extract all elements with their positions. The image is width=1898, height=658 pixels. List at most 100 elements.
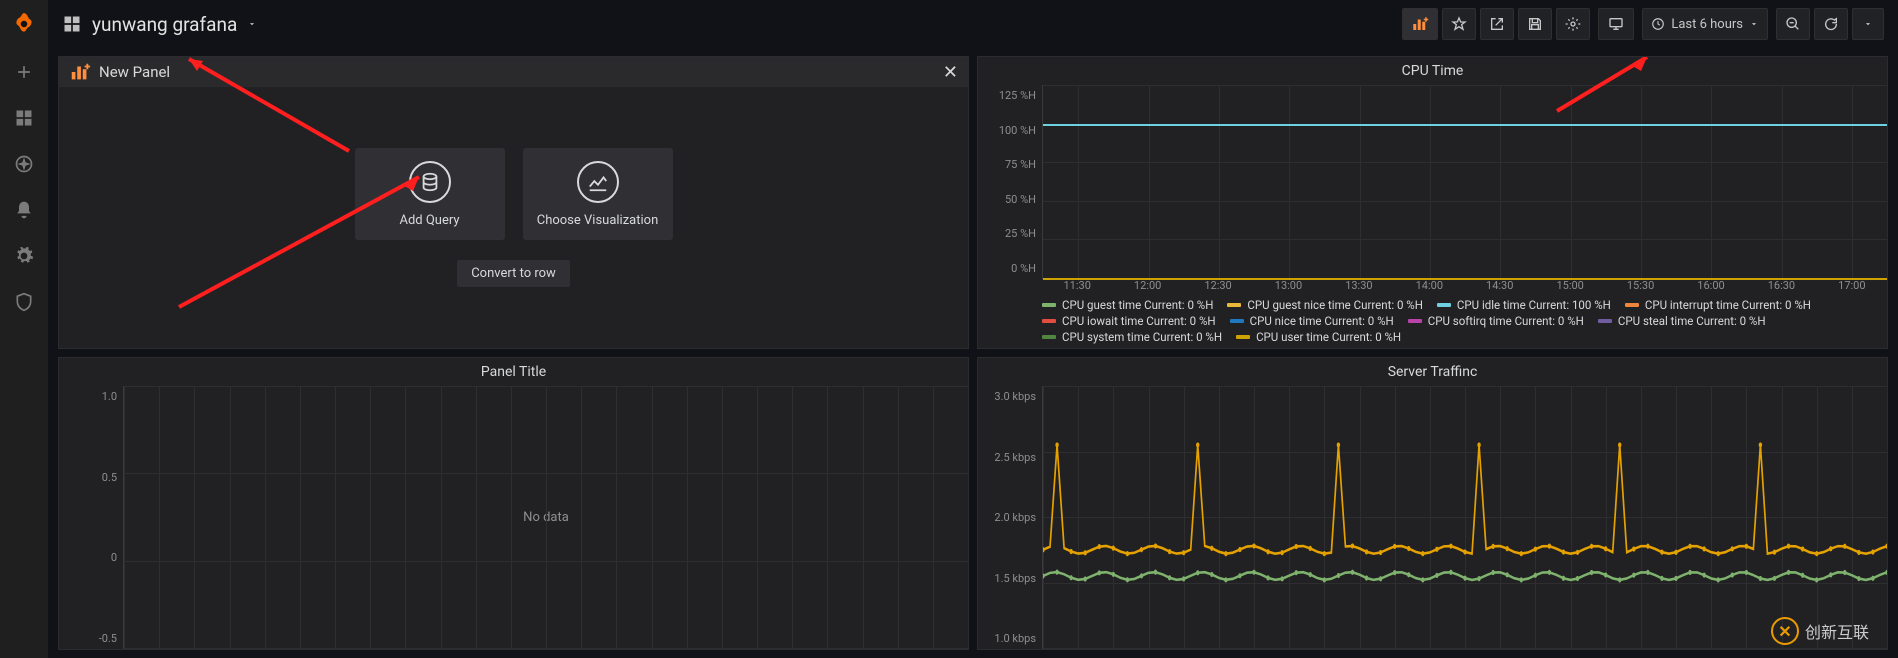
star-icon [1451, 16, 1467, 32]
cpu-plot [1042, 85, 1887, 279]
legend-item[interactable]: CPU user time Current: 0 %H [1236, 330, 1401, 344]
legend-item[interactable]: CPU system time Current: 0 %H [1042, 330, 1222, 344]
time-picker[interactable]: Last 6 hours [1642, 8, 1768, 40]
cpu-time-panel: CPU Time 125 %H100 %H75 %H50 %H25 %H0 %H… [977, 56, 1888, 349]
series-line [1043, 124, 1887, 126]
cpu-chart[interactable]: 125 %H100 %H75 %H50 %H25 %H0 %H [978, 85, 1887, 279]
new-panel-header: New Panel ✕ [59, 57, 968, 87]
legend-item[interactable]: CPU softirq time Current: 0 %H [1408, 314, 1584, 328]
grafana-logo[interactable] [8, 8, 40, 40]
gear-icon[interactable] [10, 242, 38, 270]
cycle-view-button[interactable] [1598, 8, 1634, 40]
refresh-interval-button[interactable] [1852, 8, 1884, 40]
legend-swatch [1625, 303, 1639, 307]
traffic-chart[interactable]: 3.0 kbps2.5 kbps2.0 kbps1.5 kbps1.0 kbps [978, 386, 1887, 649]
legend-swatch [1598, 319, 1612, 323]
shield-icon[interactable] [10, 288, 38, 316]
save-button[interactable] [1518, 8, 1552, 40]
legend-swatch [1227, 303, 1241, 307]
sidebar [0, 0, 48, 658]
dashboard-body: New Panel ✕ Add Query Choose V [48, 48, 1898, 658]
save-icon [1527, 16, 1543, 32]
main: yunwang grafana Last 6 [48, 0, 1898, 658]
legend-item[interactable]: CPU idle time Current: 100 %H [1437, 298, 1611, 312]
legend-label: CPU system time Current: 0 %H [1062, 330, 1222, 344]
refresh-button[interactable] [1814, 8, 1848, 40]
traffic-yaxis: 3.0 kbps2.5 kbps2.0 kbps1.5 kbps1.0 kbps [978, 386, 1042, 649]
watermark-text: 创新互联 [1805, 619, 1869, 643]
clock-icon [1651, 17, 1665, 31]
add-query-label: Add Query [399, 213, 459, 228]
cog-icon [1565, 16, 1581, 32]
add-panel-icon [1411, 15, 1429, 33]
legend-swatch [1437, 303, 1451, 307]
legend-label: CPU iowait time Current: 0 %H [1062, 314, 1216, 328]
legend-label: CPU guest time Current: 0 %H [1062, 298, 1213, 312]
new-panel-title: New Panel [99, 63, 170, 81]
add-panel-button[interactable] [1402, 8, 1438, 40]
dashboard-title[interactable]: yunwang grafana [62, 13, 257, 36]
settings-button[interactable] [1556, 8, 1590, 40]
explore-icon[interactable] [10, 150, 38, 178]
legend-item[interactable]: CPU interrupt time Current: 0 %H [1625, 298, 1811, 312]
chevron-down-icon [1863, 19, 1873, 29]
cpu-xaxis: 11:3012:0012:3013:0013:3014:0014:3015:00… [978, 279, 1887, 292]
blank-plot: No data [123, 386, 968, 649]
server-traffic-panel: Server Traffinc 3.0 kbps2.5 kbps2.0 kbps… [977, 357, 1888, 650]
zoom-out-icon [1785, 16, 1801, 32]
legend-item[interactable]: CPU guest nice time Current: 0 %H [1227, 298, 1423, 312]
database-icon [409, 161, 451, 203]
legend-swatch [1408, 319, 1422, 323]
legend-item[interactable]: CPU guest time Current: 0 %H [1042, 298, 1213, 312]
blank-panel: Panel Title 1.00.50-0.5 No data [58, 357, 969, 650]
legend-item[interactable]: CPU nice time Current: 0 %H [1230, 314, 1394, 328]
share-icon [1489, 16, 1505, 32]
blank-chart[interactable]: 1.00.50-0.5 No data [59, 386, 968, 649]
legend-label: CPU idle time Current: 100 %H [1457, 298, 1611, 312]
refresh-icon [1823, 16, 1839, 32]
plus-icon[interactable] [10, 58, 38, 86]
legend-label: CPU user time Current: 0 %H [1256, 330, 1401, 344]
dashboards-icon[interactable] [10, 104, 38, 132]
new-panel-body: Add Query Choose Visualization Convert t… [59, 87, 968, 348]
legend-label: CPU softirq time Current: 0 %H [1428, 314, 1584, 328]
share-button[interactable] [1480, 8, 1514, 40]
monitor-icon [1607, 16, 1625, 32]
legend-swatch [1236, 335, 1250, 339]
legend-swatch [1230, 319, 1244, 323]
legend-item[interactable]: CPU iowait time Current: 0 %H [1042, 314, 1216, 328]
legend-swatch [1042, 335, 1056, 339]
cpu-legend: CPU guest time Current: 0 %H CPU guest ni… [978, 292, 1887, 348]
cpu-yaxis: 125 %H100 %H75 %H50 %H25 %H0 %H [978, 85, 1042, 279]
watermark: ✕ 创新互联 [1771, 617, 1869, 645]
convert-to-row-button[interactable]: Convert to row [457, 260, 570, 287]
zoom-out-button[interactable] [1776, 8, 1810, 40]
chevron-down-icon [247, 19, 257, 29]
star-button[interactable] [1442, 8, 1476, 40]
topbar: yunwang grafana Last 6 [48, 0, 1898, 48]
legend-label: CPU nice time Current: 0 %H [1250, 314, 1394, 328]
legend-label: CPU interrupt time Current: 0 %H [1645, 298, 1811, 312]
blank-yaxis: 1.00.50-0.5 [59, 386, 123, 649]
panel-title[interactable]: Panel Title [59, 358, 968, 386]
legend-swatch [1042, 319, 1056, 323]
legend-item[interactable]: CPU steal time Current: 0 %H [1598, 314, 1766, 328]
convert-label: Convert to row [471, 266, 556, 281]
series-line [1043, 278, 1887, 280]
legend-label: CPU steal time Current: 0 %H [1618, 314, 1766, 328]
add-query-button[interactable]: Add Query [355, 148, 505, 240]
alerting-icon[interactable] [10, 196, 38, 224]
panel-title[interactable]: Server Traffinc [978, 358, 1887, 386]
time-range-label: Last 6 hours [1671, 17, 1743, 32]
watermark-icon: ✕ [1771, 617, 1799, 645]
new-panel: New Panel ✕ Add Query Choose V [58, 56, 969, 349]
add-panel-icon [69, 61, 91, 83]
choose-viz-label: Choose Visualization [537, 213, 659, 228]
dashboard-title-text: yunwang grafana [92, 13, 237, 36]
close-icon[interactable]: ✕ [943, 62, 958, 83]
chevron-down-icon [1749, 19, 1759, 29]
choose-visualization-button[interactable]: Choose Visualization [523, 148, 673, 240]
four-squares-icon [62, 14, 82, 34]
legend-label: CPU guest nice time Current: 0 %H [1247, 298, 1423, 312]
panel-title[interactable]: CPU Time [978, 57, 1887, 85]
